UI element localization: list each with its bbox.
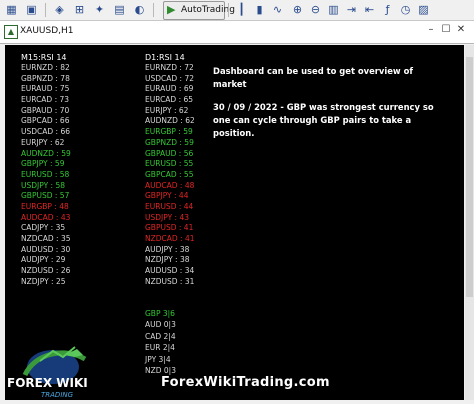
d1-rsi-row: GBPCAD : 55 xyxy=(145,169,194,179)
m15-rsi-row: GBPCAD : 66 xyxy=(21,116,70,126)
m15-rsi-row: GBPAUD : 70 xyxy=(21,105,70,115)
minimize-icon[interactable]: – xyxy=(425,24,437,36)
scrollbar-thumb[interactable] xyxy=(466,57,473,297)
zoom-out-icon[interactable]: ⊖ xyxy=(308,2,323,17)
m15-rsi-row: EURJPY : 62 xyxy=(21,137,65,147)
d1-rsi-row: GBPNZD : 59 xyxy=(145,137,194,147)
toolbar-divider xyxy=(153,3,154,17)
m15-rsi-row: EURCAD : 73 xyxy=(21,95,70,105)
currency-strength-row: EUR 2|4 xyxy=(145,343,175,353)
d1-rsi-row: GBPJPY : 44 xyxy=(145,191,189,201)
m15-rsi-row: NZDJPY : 25 xyxy=(21,276,66,286)
toolbar-divider xyxy=(228,3,229,17)
candlestick-icon[interactable]: ▮ xyxy=(252,2,267,17)
navigator-icon[interactable]: ✦ xyxy=(92,2,107,17)
note-line-1: Dashboard can be used to get overview of… xyxy=(213,66,413,89)
m15-rsi-row: AUDCAD : 43 xyxy=(21,212,71,222)
chart-window-titlebar: ▲ XAUUSD,H1 – ☐ ✕ xyxy=(0,21,474,44)
autotrading-label: AutoTrading xyxy=(181,5,235,15)
chart-shift-icon[interactable]: ⇤ xyxy=(362,2,377,17)
watermark: ForexWikiTrading.com xyxy=(161,375,330,390)
d1-rsi-list: EURNZD : 72 USDCAD : 72 EURAUD : 69 EURCAD … xyxy=(145,63,195,287)
m15-rsi-row: CADJPY : 35 xyxy=(21,223,66,233)
d1-rsi-row: EURGBP : 59 xyxy=(145,127,193,137)
new-chart-icon[interactable]: ▦ xyxy=(4,2,19,17)
line-chart-icon[interactable]: ∿ xyxy=(270,2,285,17)
auto-scroll-icon[interactable]: ⇥ xyxy=(344,2,359,17)
m15-rsi-row: NZDCAD : 35 xyxy=(21,234,71,243)
m15-rsi-row: USDJPY : 58 xyxy=(21,180,66,190)
terminal-icon[interactable]: ▤ xyxy=(112,2,127,17)
autotrading-button[interactable]: ▶ AutoTrading xyxy=(163,1,235,20)
close-icon[interactable]: ✕ xyxy=(455,24,467,36)
currency-strength-row: GBP 3|6 xyxy=(145,309,175,318)
currency-strength-row: JPY 3|4 xyxy=(145,354,171,364)
templates-icon[interactable]: ▨ xyxy=(416,2,431,17)
chart-dropdown-icon[interactable]: ▣ xyxy=(24,2,39,17)
m15-rsi-row: GBPJPY : 59 xyxy=(21,159,65,169)
toolbar: ▦ ▣ ◈ ⊞ ✦ ▤ ◐ ▶ AutoTrading ┃ ▮ ∿ ⊕ ⊖ ▥ … xyxy=(0,0,474,21)
m15-rsi-row: NZDUSD : 26 xyxy=(21,266,71,276)
d1-rsi-row: AUDJPY : 38 xyxy=(145,244,190,254)
bar-chart-icon[interactable]: ┃ xyxy=(234,2,249,17)
periods-icon[interactable]: ◷ xyxy=(398,2,413,17)
chart-window-icon: ▲ xyxy=(4,25,18,39)
m15-rsi-row: AUDNZD : 59 xyxy=(21,148,71,158)
m15-rsi-row: EURUSD : 58 xyxy=(21,169,70,179)
maximize-icon[interactable]: ☐ xyxy=(440,24,452,36)
d1-rsi-row: EURUSD : 44 xyxy=(145,201,194,211)
m15-rsi-row: AUDJPY : 29 xyxy=(21,255,66,265)
m15-rsi-row: EURNZD : 82 xyxy=(21,63,70,72)
data-window-icon[interactable]: ⊞ xyxy=(72,2,87,17)
d1-rsi-row: EURAUD : 69 xyxy=(145,84,194,94)
forex-wiki-logo: FOREX WIKI TRADING xyxy=(5,335,120,400)
d1-rsi-header: D1:RSI 14 xyxy=(145,53,185,62)
currency-strength-row: CAD 2|4 xyxy=(145,331,176,341)
d1-rsi-row: AUDCAD : 48 xyxy=(145,180,195,190)
market-watch-icon[interactable]: ◈ xyxy=(52,2,67,17)
currency-strength-list: GBP 3|6 AUD 0|3 CAD 2|4 EUR 2|4 JPY 3|4 NZD 0… xyxy=(145,308,176,376)
tile-windows-icon[interactable]: ▥ xyxy=(326,2,341,17)
svg-text:FOREX WIKI: FOREX WIKI xyxy=(7,376,88,390)
d1-rsi-row: NZDJPY : 38 xyxy=(145,255,190,265)
m15-rsi-header: M15:RSI 14 xyxy=(21,53,67,62)
chart-area[interactable]: M15:RSI 14 D1:RSI 14 EURNZD : 82 GBPNZD :… xyxy=(5,45,464,400)
zoom-in-icon[interactable]: ⊕ xyxy=(290,2,305,17)
d1-rsi-row: AUDNZD : 62 xyxy=(145,116,195,126)
m15-rsi-row: EURGBP : 48 xyxy=(21,201,69,211)
m15-rsi-row: AUDUSD : 30 xyxy=(21,244,71,254)
d1-rsi-row: GBPAUD : 56 xyxy=(145,148,194,158)
d1-rsi-row: USDJPY : 43 xyxy=(145,212,190,222)
m15-rsi-row: GBPUSD : 57 xyxy=(21,191,70,201)
d1-rsi-row: EURNZD : 72 xyxy=(145,63,194,72)
m15-rsi-list: EURNZD : 82 GBPNZD : 78 EURAUD : 75 EURCAD … xyxy=(21,63,71,287)
d1-rsi-row: EURJPY : 62 xyxy=(145,105,189,115)
toolbar-divider xyxy=(45,3,46,17)
chart-window-title: XAUUSD,H1 xyxy=(20,26,74,36)
currency-strength-row: AUD 0|3 xyxy=(145,320,176,330)
d1-rsi-row: EURCAD : 65 xyxy=(145,95,194,105)
strategy-tester-icon[interactable]: ◐ xyxy=(132,2,147,17)
d1-rsi-row: USDCAD : 72 xyxy=(145,73,195,83)
d1-rsi-row: AUDUSD : 34 xyxy=(145,266,195,276)
m15-rsi-row: USDCAD : 66 xyxy=(21,127,71,137)
dashboard-note: Dashboard can be used to get overview of… xyxy=(213,65,443,150)
play-icon: ▶ xyxy=(167,3,176,16)
vertical-scrollbar[interactable] xyxy=(465,45,474,400)
d1-rsi-row: NZDUSD : 31 xyxy=(145,276,195,286)
svg-text:TRADING: TRADING xyxy=(41,391,74,399)
m15-rsi-row: EURAUD : 75 xyxy=(21,84,70,94)
d1-rsi-row: NZDCAD : 41 xyxy=(145,234,195,243)
indicators-icon[interactable]: ƒ xyxy=(380,2,395,17)
d1-rsi-row: GBPUSD : 41 xyxy=(145,223,194,233)
m15-rsi-row: GBPNZD : 78 xyxy=(21,73,70,83)
note-line-2: 30 / 09 / 2022 - GBP was strongest curre… xyxy=(213,102,434,138)
d1-rsi-row: EURUSD : 55 xyxy=(145,159,194,169)
